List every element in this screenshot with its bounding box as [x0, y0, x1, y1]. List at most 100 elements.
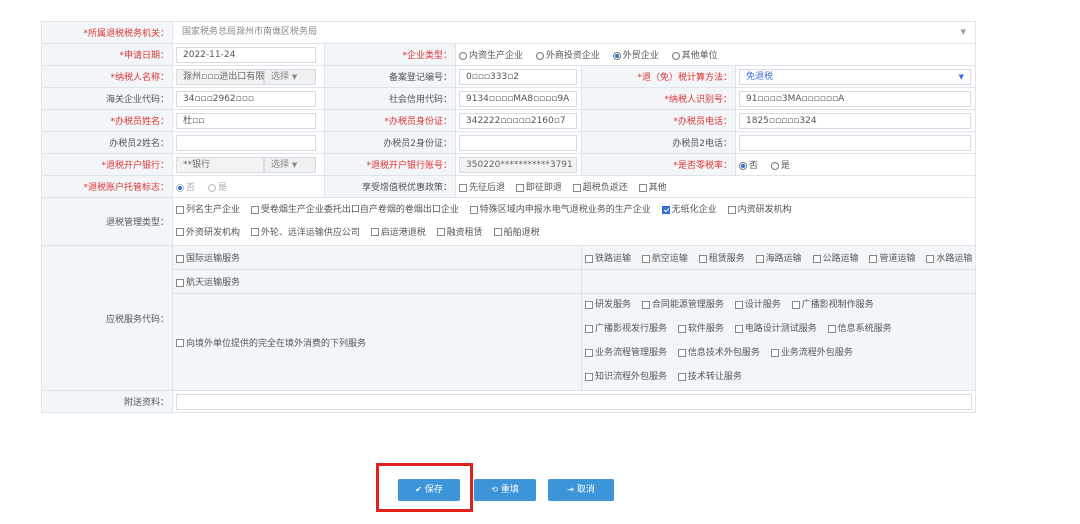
- customs-code-input[interactable]: 34▫▫▫2962▫▫▫: [176, 90, 316, 107]
- vat-policy-option[interactable]: 先征后退: [459, 180, 505, 193]
- mgmt-type-option[interactable]: 内资研发机构: [727, 199, 792, 221]
- radio-icon: [671, 51, 680, 60]
- service-codes-label: 应税服务代码：: [41, 245, 173, 391]
- enterprise-type-option-domestic[interactable]: 内资生产企业: [459, 48, 523, 61]
- calc-method-select[interactable]: 免退税 ▼: [739, 68, 971, 85]
- radio-selected-icon: [739, 161, 747, 170]
- overseas-service-option[interactable]: 研发服务: [585, 295, 631, 318]
- reset-button[interactable]: ⟲ 重填: [474, 479, 536, 501]
- zero-rate-option-yes[interactable]: 是: [770, 158, 790, 171]
- handler2-id-input[interactable]: [459, 134, 577, 151]
- mgmt-type-option[interactable]: 船舶退税: [493, 222, 540, 244]
- checkbox-icon: [515, 183, 524, 192]
- transport-type-option[interactable]: 航空运输: [641, 251, 688, 264]
- checkbox-icon: [727, 205, 736, 214]
- checkbox-icon: [585, 372, 593, 381]
- bank-input[interactable]: **银行: [176, 156, 264, 173]
- attachments-label: 附送资料：: [41, 390, 173, 413]
- mgmt-type-option[interactable]: 外资研发机构: [176, 222, 240, 244]
- overseas-service-option[interactable]: 信息系统服务: [827, 318, 892, 341]
- mgmt-type-option[interactable]: 特殊区域内申报水电气退税业务的生产企业: [469, 199, 651, 221]
- mgmt-type-row-1: 列名生产企业 受卷烟生产企业委托出口自产卷烟的卷烟出口企业 特殊区域内申报水电气…: [176, 199, 972, 222]
- taxpayer-id-input[interactable]: 91▫▫▫▫3MA▫▫▫▫▫▫A: [739, 90, 971, 107]
- overseas-service-option[interactable]: 合同能源管理服务: [641, 295, 724, 318]
- bank-picker-button[interactable]: 选择 ▼: [264, 156, 316, 173]
- transport-types-group: 铁路运输 航空运输 租赁服务 海路运输 公路运输 管道运输 水路运输: [580, 245, 977, 270]
- transport-type-option[interactable]: 水路运输: [926, 251, 972, 264]
- apply-date-input[interactable]: 2022-11-24: [176, 46, 316, 63]
- attachments-input[interactable]: [176, 393, 973, 410]
- transport-type-option[interactable]: 公路运输: [812, 251, 859, 264]
- radio-icon: [459, 51, 467, 60]
- mgmt-type-option[interactable]: 启运港退税: [370, 222, 426, 244]
- overseas-service-option[interactable]: 信息技术外包服务: [677, 342, 760, 365]
- cancel-button[interactable]: ⇥ 取消: [548, 479, 614, 501]
- handler-phone-input[interactable]: 1825▫▫▫▫▫324: [739, 112, 971, 129]
- mgmt-type-option[interactable]: 受卷烟生产企业委托出口自产卷烟的卷烟出口企业: [250, 199, 459, 221]
- zero-rate-option-no[interactable]: 否: [739, 158, 758, 171]
- checkbox-icon: [677, 324, 686, 333]
- handler-id-label: *办税员身份证：: [324, 109, 456, 132]
- checkbox-icon: [638, 183, 647, 192]
- service-overseas[interactable]: 向境外单位提供的完全在境外消费的下列服务: [176, 336, 366, 349]
- tax-authority-label: *所属退税税务机关：: [41, 21, 173, 44]
- radio-selected-icon: [176, 183, 184, 192]
- vat-policy-option[interactable]: 超税负返还: [572, 180, 628, 193]
- trust-flag-option-no[interactable]: 否: [176, 180, 195, 193]
- overseas-service-option[interactable]: 电路设计测试服务: [734, 318, 817, 341]
- action-bar: ✔ 保存 ⟲ 重填 ⇥ 取消: [0, 479, 1080, 503]
- handler-id-input[interactable]: 342222▫▫▫▫▫2160▫7: [459, 112, 577, 129]
- checkbox-icon: [585, 254, 593, 263]
- transport-type-option[interactable]: 租赁服务: [698, 251, 745, 264]
- radio-icon: [770, 161, 779, 170]
- overseas-service-option[interactable]: 广播影视制作服务: [791, 295, 874, 318]
- record-no-input[interactable]: 0▫▫▫333▫2: [459, 68, 577, 85]
- handler2-phone-label: 办税员2电话：: [581, 131, 736, 154]
- handler2-name-label: 办税员2姓名：: [41, 131, 173, 154]
- overseas-service-option[interactable]: 软件服务: [677, 318, 724, 341]
- tax-authority-select[interactable]: 国家税务总局滁州市南谯区税务局 ▼: [176, 24, 973, 41]
- vat-policy-option[interactable]: 即征即退: [515, 180, 562, 193]
- checkbox-icon: [176, 278, 184, 287]
- transport-type-option[interactable]: 铁路运输: [585, 251, 631, 264]
- calc-method-label: *退（免）税计算方法：: [581, 65, 736, 88]
- overseas-service-option[interactable]: 业务流程管理服务: [585, 342, 667, 365]
- enterprise-type-option-trade[interactable]: 外贸企业: [612, 48, 659, 61]
- enterprise-type-option-foreign[interactable]: 外商投资企业: [535, 48, 600, 61]
- handler2-phone-input[interactable]: [739, 134, 971, 151]
- transport-type-option[interactable]: 海路运输: [755, 251, 802, 264]
- overseas-service-option[interactable]: 业务流程外包服务: [770, 342, 853, 365]
- mgmt-type-option[interactable]: 融资租赁: [436, 222, 483, 244]
- vat-policy-option[interactable]: 其他: [638, 180, 667, 193]
- overseas-service-option[interactable]: 知识流程外包服务: [585, 366, 667, 389]
- enterprise-type-option-other[interactable]: 其他单位: [671, 48, 718, 61]
- checkbox-icon: [176, 205, 184, 214]
- checkbox-icon: [250, 205, 259, 214]
- overseas-service-option[interactable]: 设计服务: [734, 295, 781, 318]
- checkbox-icon: [791, 300, 800, 309]
- checkbox-icon: [926, 254, 935, 263]
- service-space-transport[interactable]: 航天运输服务: [176, 275, 240, 288]
- checkbox-icon: [585, 348, 593, 357]
- handler2-name-input[interactable]: [176, 134, 316, 151]
- mgmt-type-option-paperless[interactable]: 无纸化企业: [661, 199, 717, 221]
- mgmt-type-option[interactable]: 外轮、远洋运输供应公司: [250, 222, 360, 244]
- transport-type-option[interactable]: 管道运输: [869, 251, 915, 264]
- trust-flag-label: *退税账户托管标志：: [41, 175, 173, 198]
- radio-selected-icon: [612, 51, 621, 60]
- bank-account-input[interactable]: 350220***********3791: [459, 156, 577, 173]
- exit-icon: ⇥: [567, 485, 574, 494]
- checkbox-icon: [176, 228, 184, 236]
- handler-name-input[interactable]: 杜▫▫: [176, 112, 316, 129]
- checkbox-icon: [698, 254, 707, 263]
- trust-flag-option-yes[interactable]: 是: [207, 180, 227, 193]
- checkbox-icon: [176, 339, 184, 347]
- chevron-down-icon: ▼: [960, 27, 967, 36]
- overseas-service-option[interactable]: 技术转让服务: [677, 366, 742, 389]
- service-intl-transport[interactable]: 国际运输服务: [176, 251, 240, 264]
- overseas-service-option[interactable]: 广播影视发行服务: [585, 318, 667, 341]
- taxpayer-name-input[interactable]: 滁州▫▫▫进出口有限▫: [176, 68, 270, 85]
- mgmt-type-option[interactable]: 列名生产企业: [176, 199, 240, 221]
- taxpayer-picker-button[interactable]: 选择 ▼: [264, 68, 316, 85]
- credit-code-input[interactable]: 9134▫▫▫▫MA8▫▫▫▫9A: [459, 90, 577, 107]
